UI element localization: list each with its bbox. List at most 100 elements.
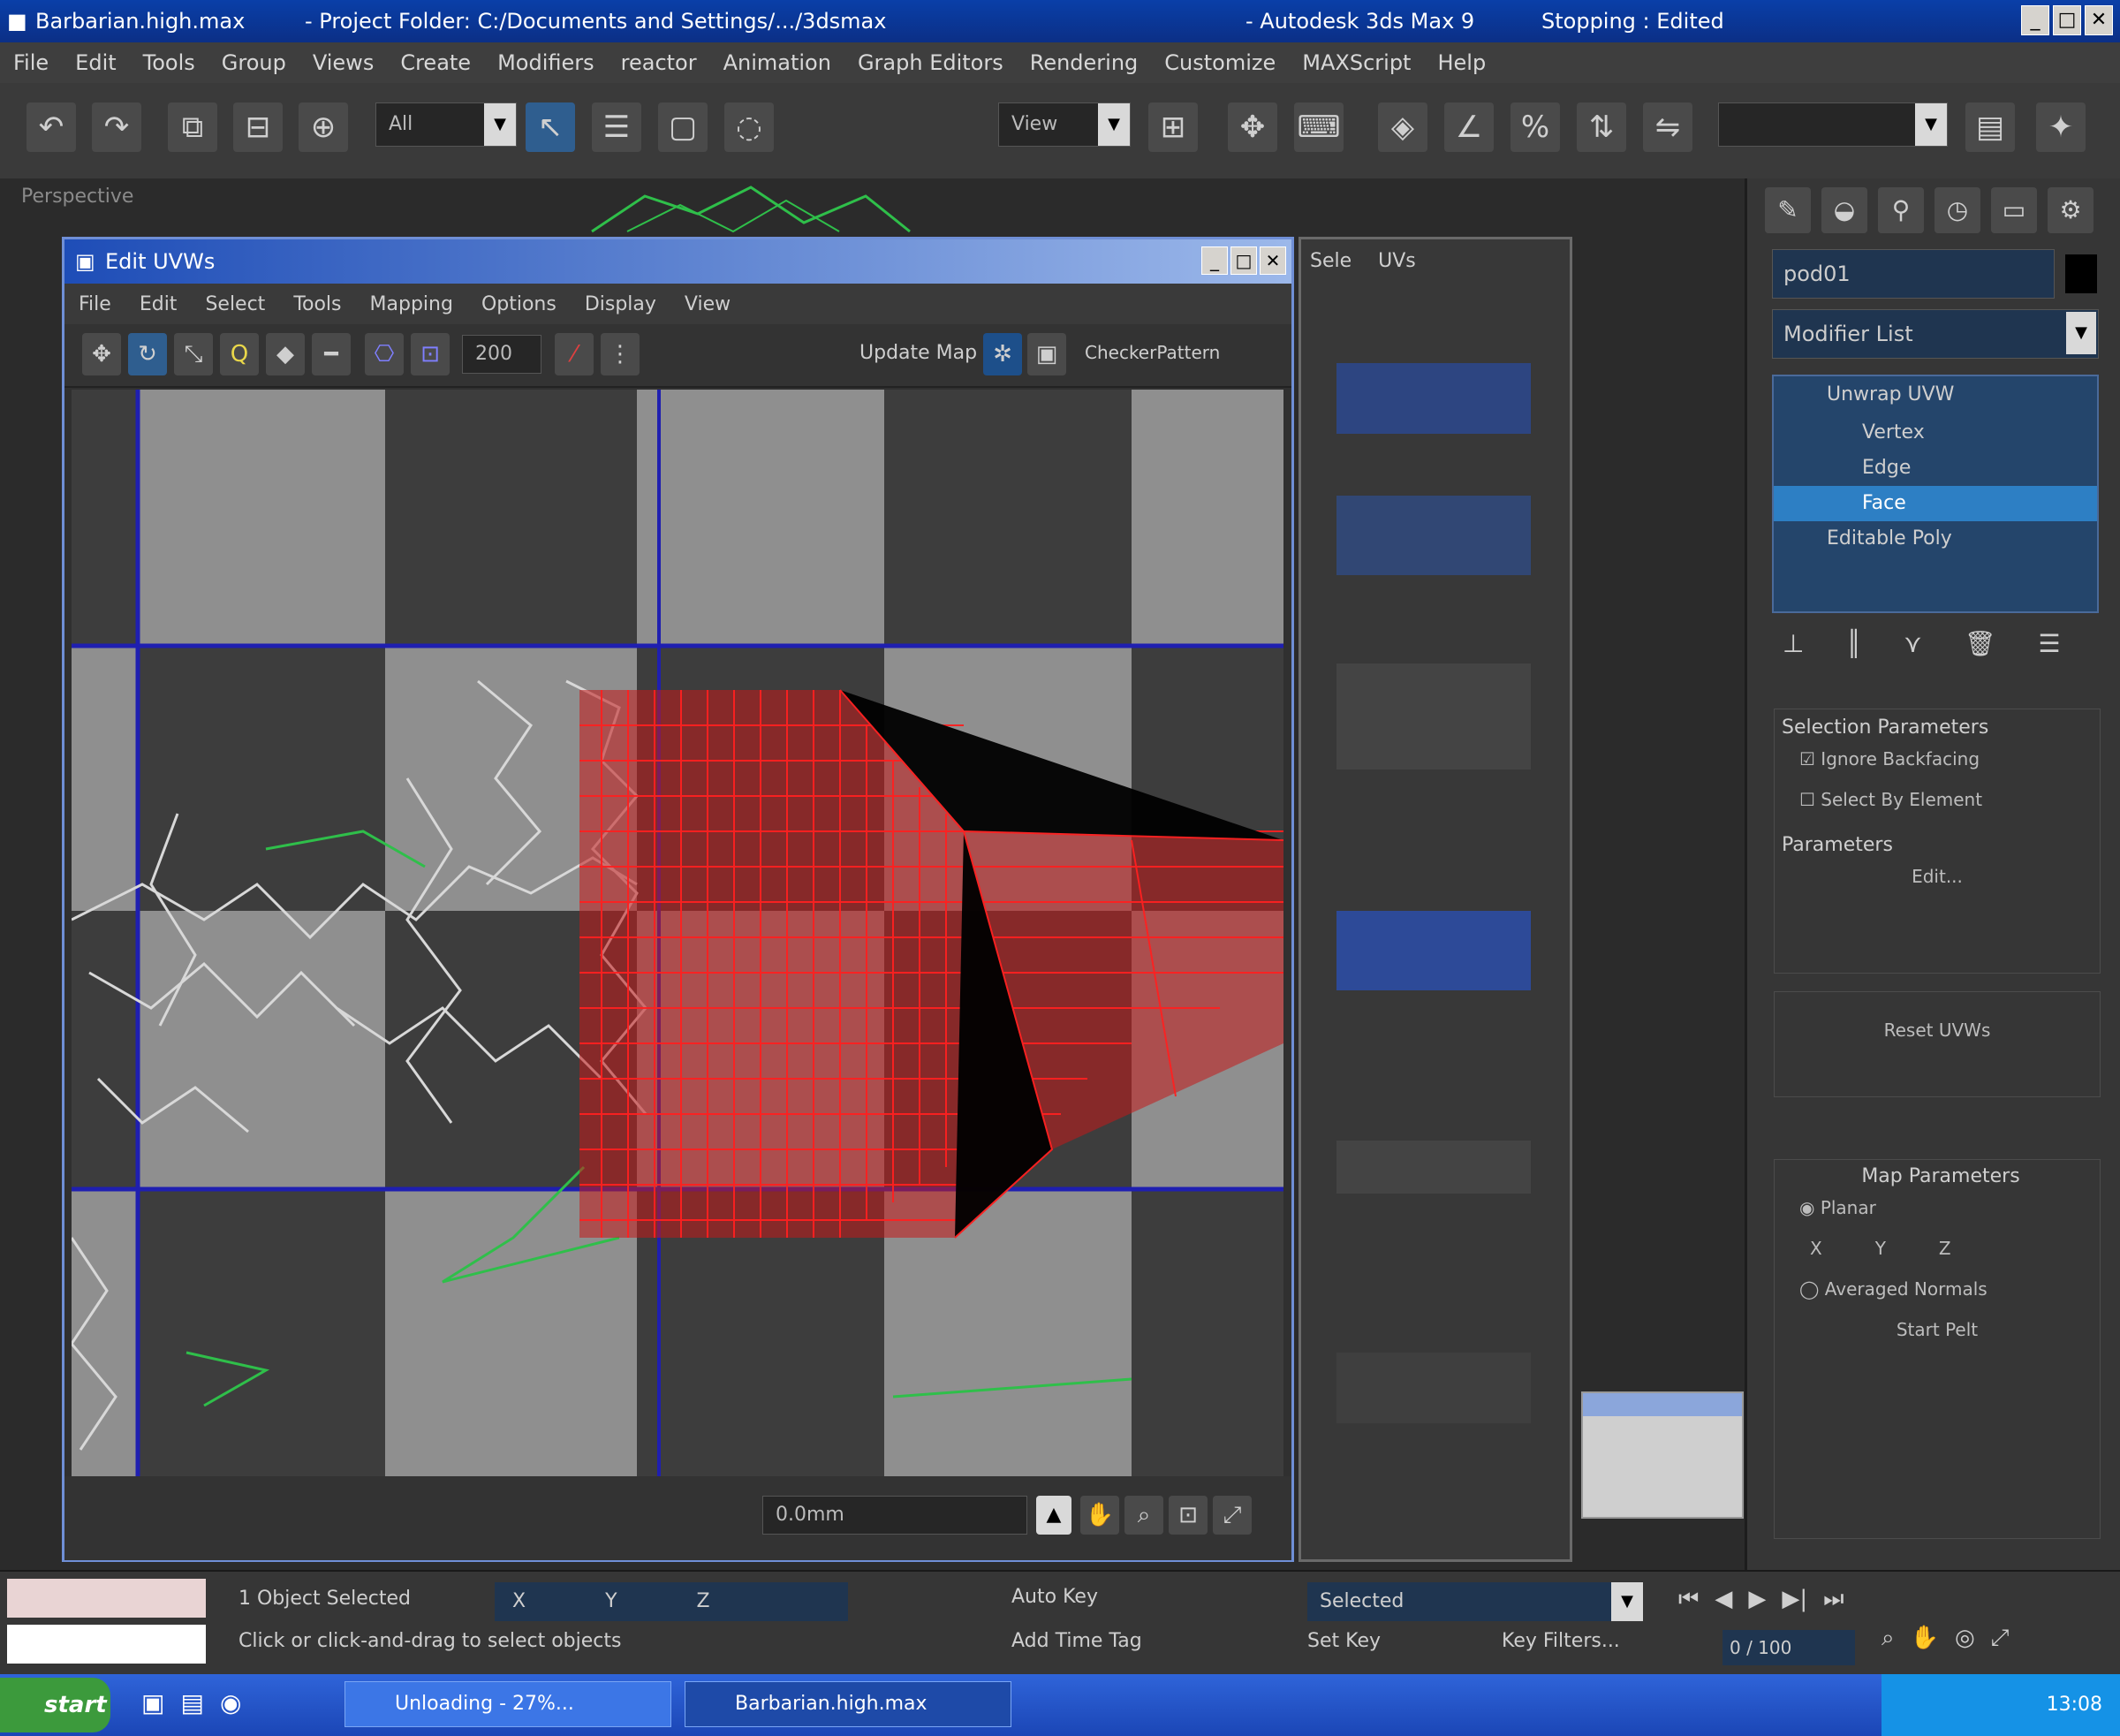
angle-snap-icon[interactable]: ∠ [1444, 102, 1494, 152]
show-map-toggle-icon[interactable]: ✲ [983, 333, 1022, 375]
object-color-swatch[interactable] [2065, 254, 2097, 293]
zoom-viewport-icon[interactable]: ⌕ [1882, 1625, 1895, 1652]
taskbar-item-3dsmax[interactable]: Barbarian.high.max [685, 1681, 1011, 1727]
stack-item-editable-poly[interactable]: Editable Poly [1774, 521, 2097, 557]
uv-toggle-icon[interactable]: ⊡ [411, 333, 450, 375]
region-select-icon[interactable]: ▢ [658, 102, 708, 152]
modify-tab-icon[interactable]: ◒ [1821, 187, 1867, 233]
previous-frame-icon[interactable]: ◀ [1715, 1586, 1732, 1613]
tab-uvs[interactable]: UVs [1378, 250, 1416, 272]
map-parameters-title[interactable]: Map Parameters [1775, 1160, 2100, 1187]
zoom-value-field[interactable]: 200 [462, 335, 541, 374]
uv-grid-svg[interactable] [72, 390, 1283, 1476]
align-tools[interactable] [1336, 911, 1531, 990]
keyboard-shortcut-override-icon[interactable]: ⌨ [1294, 102, 1344, 152]
uvw-menu-display[interactable]: Display [571, 293, 670, 315]
uv-editor-canvas[interactable] [72, 390, 1283, 1476]
hierarchy-tab-icon[interactable]: ⚲ [1878, 187, 1924, 233]
uvw-menu-tools[interactable]: Tools [279, 293, 355, 315]
menu-animation[interactable]: Animation [710, 50, 844, 75]
align-x-radio[interactable]: X [1810, 1228, 1822, 1269]
autokey-mode-dropdown[interactable]: Selected ▼ [1307, 1582, 1643, 1621]
mirror-icon[interactable]: ⇋ [1643, 102, 1692, 152]
menu-graph-editors[interactable]: Graph Editors [844, 50, 1017, 75]
key-filters-button[interactable]: Key Filters... [1502, 1630, 1620, 1652]
pack-tools[interactable] [1336, 1353, 1531, 1423]
menu-views[interactable]: Views [299, 50, 387, 75]
reset-uvws-button[interactable]: Reset UVWs [1775, 992, 2100, 1050]
rotate-icon[interactable]: ↻ [128, 333, 167, 375]
stitch-tools[interactable] [1336, 1141, 1531, 1194]
flip-icon[interactable]: ━ [312, 333, 351, 375]
show-map-icon[interactable]: ⎔ [365, 333, 404, 375]
uvw-minimize-button[interactable]: _ [1201, 246, 1228, 275]
pan-hand-icon[interactable]: ✋ [1080, 1496, 1119, 1535]
minimize-button[interactable]: _ [2021, 5, 2049, 35]
uvw-maximize-button[interactable]: □ [1230, 246, 1257, 275]
texture-dropdown[interactable]: CheckerPattern [1085, 342, 1220, 363]
zoom-icon[interactable]: ⌕ [1124, 1496, 1163, 1535]
zoom-extents-icon[interactable]: ⤢ [1213, 1496, 1252, 1535]
start-pelt-button[interactable]: Start Pelt [1775, 1309, 2100, 1350]
transform-icons[interactable] [1336, 496, 1531, 575]
auto-key-button[interactable]: Auto Key [1011, 1586, 1098, 1608]
start-button[interactable]: start [0, 1678, 110, 1732]
make-unique-icon[interactable]: ⋎ [1904, 629, 1922, 658]
menu-maxscript[interactable]: MAXScript [1289, 50, 1424, 75]
pivot-center-icon[interactable]: ⊞ [1148, 102, 1198, 152]
quicklaunch-desktop-icon[interactable]: ▣ [141, 1688, 164, 1717]
uvw-menu-options[interactable]: Options [467, 293, 571, 315]
next-frame-icon[interactable]: ▶| [1782, 1586, 1807, 1613]
undo-icon[interactable]: ↶ [26, 102, 76, 152]
stack-item-face[interactable]: Face [1774, 486, 2097, 521]
clock[interactable]: 13:08 [2047, 1694, 2102, 1716]
selection-parameters-title[interactable]: Selection Parameters [1775, 709, 2100, 739]
bind-spacewarp-icon[interactable]: ⊕ [299, 102, 348, 152]
ignore-backfacing-checkbox[interactable]: ☑ Ignore Backfacing [1775, 739, 2100, 779]
set-key-button[interactable]: Set Key [1307, 1630, 1381, 1652]
view-options-icon[interactable]: ▣ [1027, 333, 1066, 375]
maximize-viewport-icon[interactable]: ⤢ [1991, 1625, 2010, 1652]
redo-icon[interactable]: ↷ [92, 102, 141, 152]
uvw-menu-select[interactable]: Select [191, 293, 279, 315]
menu-tools[interactable]: Tools [130, 50, 208, 75]
uvw-menu-edit[interactable]: Edit [125, 293, 192, 315]
uvw-menu-file[interactable]: File [64, 293, 125, 315]
uvw-menu-mapping[interactable]: Mapping [356, 293, 467, 315]
align-z-radio[interactable]: Z [1939, 1228, 1951, 1269]
mirror-uv-icon[interactable]: ◆ [266, 333, 305, 375]
quicklaunch-explorer-icon[interactable]: ▤ [180, 1688, 203, 1717]
menu-rendering[interactable]: Rendering [1017, 50, 1152, 75]
go-to-end-icon[interactable]: ⏭ [1823, 1586, 1844, 1613]
add-time-tag[interactable]: Add Time Tag [1011, 1630, 1142, 1652]
menu-modifiers[interactable]: Modifiers [484, 50, 608, 75]
menu-create[interactable]: Create [387, 50, 484, 75]
edit-button[interactable]: Edit... [1775, 856, 2100, 897]
taskbar-item-browser[interactable]: Unloading - 27%... [344, 1681, 671, 1727]
stack-item-unwrap-uvw[interactable]: Unwrap UVW [1774, 376, 2097, 415]
maximize-button[interactable]: □ [2053, 5, 2081, 35]
pick-texture-icon[interactable]: ⁄ [555, 333, 594, 375]
pan-viewport-icon[interactable]: ✋ [1911, 1625, 1939, 1652]
menu-group[interactable]: Group [208, 50, 299, 75]
selection-filter-dropdown[interactable]: All ▼ [375, 102, 517, 147]
averaged-normals-radio[interactable]: ◯ Averaged Normals [1775, 1269, 2100, 1309]
planar-radio[interactable]: ◉ Planar [1775, 1187, 2100, 1228]
percent-snap-icon[interactable]: % [1510, 102, 1560, 152]
zoom-region-icon[interactable]: ⊡ [1169, 1496, 1208, 1535]
tab-selection[interactable]: Sele [1310, 250, 1352, 272]
update-map-button[interactable]: Update Map [859, 342, 977, 364]
show-end-result-icon[interactable]: ║ [1846, 629, 1861, 658]
object-name-field[interactable]: pod01 [1772, 249, 2055, 299]
spinner-snap-icon[interactable]: ⇅ [1577, 102, 1626, 152]
select-by-element-checkbox[interactable]: ☐ Select By Element [1775, 779, 2100, 820]
select-by-name-icon[interactable]: ☰ [592, 102, 641, 152]
utilities-tab-icon[interactable]: ⚙ [2048, 187, 2094, 233]
display-tab-icon[interactable]: ▭ [1991, 187, 2037, 233]
reference-coordinate-dropdown[interactable]: View ▼ [998, 102, 1131, 147]
stack-item-vertex[interactable]: Vertex [1774, 415, 2097, 451]
uvw-value-field[interactable]: 0.0mm [762, 1496, 1027, 1535]
select-object-icon[interactable]: ↖ [526, 102, 575, 152]
configure-modifier-sets-icon[interactable]: ☰ [2038, 629, 2060, 658]
current-frame-field[interactable]: 0 / 100 [1722, 1630, 1855, 1665]
